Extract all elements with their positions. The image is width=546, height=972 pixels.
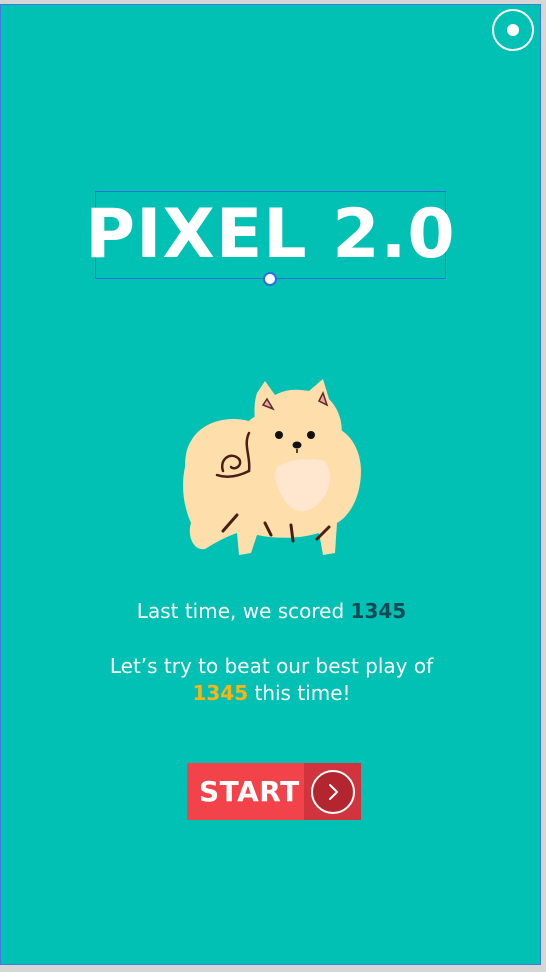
start-button[interactable]: START	[187, 763, 361, 820]
game-screen: PIXEL 2.0 Last time, we scored 1345 Let’…	[0, 4, 541, 965]
game-title: PIXEL 2.0	[85, 195, 456, 274]
title-selection-box[interactable]: PIXEL 2.0	[85, 191, 455, 279]
selection-handle[interactable]	[263, 272, 277, 286]
last-score-value: 1345	[350, 599, 407, 623]
start-arrow-panel	[304, 763, 361, 820]
dog-mascot-illustration	[183, 379, 361, 555]
radio-toggle-icon[interactable]	[492, 9, 534, 51]
last-score-prefix: Last time, we scored	[136, 599, 351, 623]
last-score-text: Last time, we scored 1345	[1, 599, 540, 623]
best-score-line: 1345 this time!	[1, 680, 540, 707]
toggle-dot	[507, 24, 519, 36]
best-score-value: 1345	[192, 681, 249, 705]
chevron-right-icon	[311, 770, 355, 814]
best-score-prefix: Let’s try to beat our best play of	[109, 654, 434, 678]
best-score-suffix: this time!	[248, 681, 351, 705]
start-button-label: START	[199, 775, 300, 808]
best-score-text: Let’s try to beat our best play of 1345 …	[1, 653, 540, 707]
